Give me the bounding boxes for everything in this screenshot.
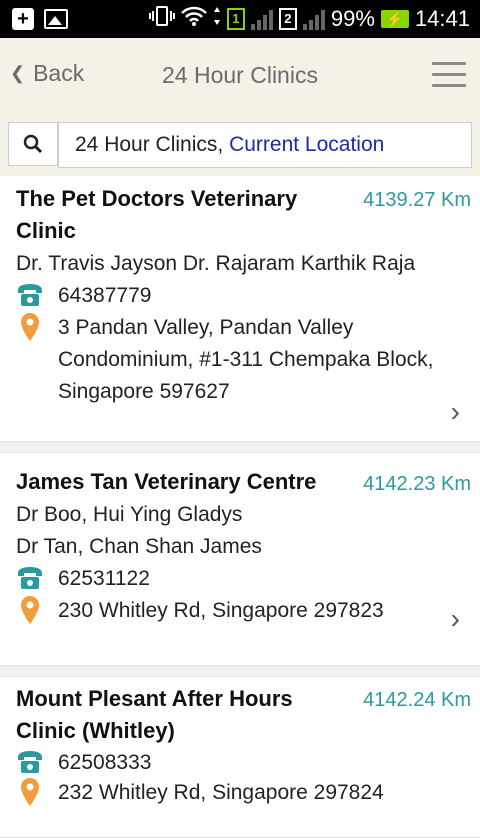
clinic-name: Mount Plesant After Hours <box>16 686 293 711</box>
battery-percent: 99% <box>330 6 375 31</box>
image-notification-icon <box>44 9 68 29</box>
list-item[interactable]: The Pet Doctors Veterinary Clinic 4139.2… <box>0 176 480 442</box>
clinic-address-line3: Singapore 597627 <box>58 380 230 403</box>
clinic-address: 3 Pandan Valley, Pandan Valley <box>58 316 354 339</box>
clock: 14:41 <box>414 6 470 31</box>
phone-row[interactable]: 64387779 <box>16 280 151 312</box>
map-pin-icon <box>21 596 39 624</box>
search-icon <box>23 134 43 154</box>
map-pin-icon <box>21 778 39 806</box>
wifi-icon <box>181 6 207 32</box>
clinic-address-line2: Condominium, #1-311 Chempaka Block, <box>58 348 434 371</box>
hamburger-menu-icon[interactable] <box>432 62 466 88</box>
clinic-phone: 64387779 <box>58 284 152 307</box>
clinic-name-line2: Clinic <box>16 218 76 243</box>
phone-row[interactable]: 62531122 <box>16 563 150 595</box>
sim2-icon: 2 <box>278 8 297 30</box>
clinic-distance: 4139.27 Km <box>363 189 471 211</box>
clinic-phone: 62508333 <box>58 751 152 774</box>
search-query: 24 Hour Clinics, <box>75 133 224 156</box>
signal1-icon <box>250 8 273 30</box>
clinic-name: The Pet Doctors Veterinary <box>16 186 298 211</box>
list-separator <box>0 442 480 453</box>
list-separator <box>0 666 480 677</box>
vibrate-icon <box>148 5 175 33</box>
address-row[interactable]: 3 Pandan Valley, Pandan Valley Condomini… <box>16 312 433 408</box>
clinic-phone: 62531122 <box>58 567 150 590</box>
data-arrows-icon <box>213 6 221 32</box>
chevron-right-icon[interactable]: › <box>451 396 460 428</box>
battery-charging-icon: ⚡ <box>380 10 409 28</box>
search-button[interactable] <box>8 122 58 166</box>
phone-icon <box>18 284 42 306</box>
clinic-address: 230 Whitley Rd, Singapore 297823 <box>58 599 384 622</box>
phone-row[interactable]: 62508333 <box>16 747 151 779</box>
search-bar: 24 Hour Clinics, Current Location <box>0 112 480 176</box>
list-item[interactable]: James Tan Veterinary Centre 4142.23 Km D… <box>0 453 480 666</box>
clinic-distance: 4142.24 Km <box>363 689 471 711</box>
clinic-doctors-line2: Dr Tan, Chan Shan James <box>16 535 262 558</box>
clinic-name: James Tan Veterinary Centre <box>16 469 317 494</box>
sim1-icon: 1 <box>226 8 245 30</box>
list-item[interactable]: Mount Plesant After Hours Clinic (Whitle… <box>0 677 480 838</box>
map-pin-icon <box>21 313 39 341</box>
chevron-right-icon[interactable]: › <box>451 603 460 635</box>
signal2-icon <box>302 8 325 30</box>
clinic-name-line2: Clinic (Whitley) <box>16 718 175 743</box>
status-bar: + 1 2 99% ⚡ 14:41 <box>0 0 480 38</box>
add-notification-icon: + <box>12 8 34 30</box>
clinic-doctors: Dr Boo, Hui Ying Gladys <box>16 503 243 526</box>
app-header: ❮ Back 24 Hour Clinics <box>0 38 480 113</box>
search-input[interactable]: 24 Hour Clinics, Current Location <box>58 122 472 168</box>
clinic-list: The Pet Doctors Veterinary Clinic 4139.2… <box>0 176 480 838</box>
clinic-doctors: Dr. Travis Jayson Dr. Rajaram Karthik Ra… <box>16 252 416 275</box>
clinic-distance: 4142.23 Km <box>363 473 471 495</box>
address-row[interactable]: 232 Whitley Rd, Singapore 297824 <box>16 777 384 809</box>
page-title: 24 Hour Clinics <box>162 62 318 88</box>
address-row[interactable]: 230 Whitley Rd, Singapore 297823 <box>16 595 384 627</box>
current-location-link[interactable]: Current Location <box>229 133 384 156</box>
clinic-address: 232 Whitley Rd, Singapore 297824 <box>58 781 384 804</box>
phone-icon <box>18 751 42 773</box>
phone-icon <box>18 567 42 589</box>
